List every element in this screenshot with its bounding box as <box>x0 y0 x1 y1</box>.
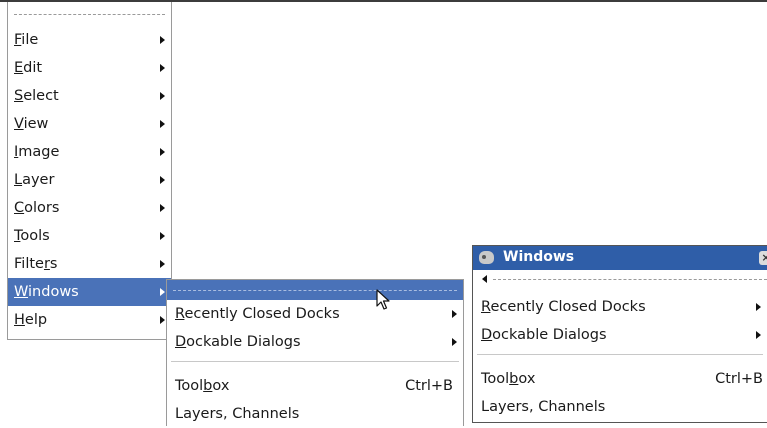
gimp-app-icon <box>479 251 494 264</box>
menu-item-label: Edit <box>14 60 43 76</box>
mouse-pointer-icon <box>376 289 390 310</box>
menu-item-label: Recently Closed Docks <box>175 306 340 322</box>
submenu-arrow-icon <box>160 148 165 156</box>
tearoff-line[interactable] <box>8 2 171 17</box>
menu-item-label: Tools <box>14 228 50 244</box>
menu-item-label: Colors <box>14 200 60 216</box>
submenu-arrow-icon <box>160 120 165 128</box>
menu-item-toolbox[interactable]: Toolbox Ctrl+B <box>167 372 463 400</box>
menu-item-label: Recently Closed Docks <box>481 299 646 315</box>
submenu-arrow-icon <box>756 303 761 311</box>
submenu-arrow-icon <box>160 288 165 296</box>
menu-item-layers-channels[interactable]: Layers, Channels <box>167 400 463 428</box>
torn-off-windows-menu: Windows × Recently Closed Docks Dockable… <box>472 245 767 423</box>
shortcut-label: Ctrl+B <box>715 371 763 387</box>
window-titlebar[interactable]: Windows × <box>473 246 767 270</box>
menu-item-dockable-dialogs[interactable]: Dockable Dialogs <box>473 321 767 349</box>
shortcut-label: Ctrl+B <box>405 378 453 394</box>
submenu-arrow-icon <box>160 316 165 324</box>
submenu-arrow-icon <box>160 232 165 240</box>
submenu-arrow-icon <box>160 36 165 44</box>
submenu-arrow-icon <box>160 204 165 212</box>
menu-item-label: Layers, Channels <box>481 399 606 415</box>
submenu-tearoff-highlight[interactable] <box>167 280 463 300</box>
submenu-arrow-icon <box>452 338 457 346</box>
main-menu: File Edit Select View Image Layer Colors… <box>7 2 172 340</box>
menu-item-dockable-dialogs[interactable]: Dockable Dialogs <box>167 328 463 356</box>
menu-item-select[interactable]: Select <box>8 82 171 110</box>
menu-item-layer[interactable]: Layer <box>8 166 171 194</box>
menu-item-filters[interactable]: Filters <box>8 250 171 278</box>
windows-submenu: Recently Closed Docks Dockable Dialogs T… <box>166 279 464 426</box>
menu-item-help[interactable]: Help <box>8 306 171 334</box>
submenu-arrow-icon <box>756 331 761 339</box>
chevron-left-icon <box>482 275 487 283</box>
menu-item-tools[interactable]: Tools <box>8 222 171 250</box>
submenu-arrow-icon <box>160 260 165 268</box>
menu-item-view[interactable]: View <box>8 110 171 138</box>
submenu-arrow-icon <box>160 176 165 184</box>
menu-separator <box>477 354 763 355</box>
menu-item-label: Toolbox <box>481 371 536 387</box>
menu-item-label: File <box>14 32 39 48</box>
menu-item-label: Layers, Channels <box>175 406 300 422</box>
menu-item-label: Windows <box>14 284 79 300</box>
menu-item-label: Filters <box>14 256 58 272</box>
menu-item-label: Toolbox <box>175 378 230 394</box>
tearoff-line[interactable] <box>473 270 767 288</box>
submenu-arrow-icon <box>452 310 457 318</box>
menu-item-recently-closed-docks[interactable]: Recently Closed Docks <box>473 293 767 321</box>
menu-item-toolbox[interactable]: Toolbox Ctrl+B <box>473 365 767 393</box>
menu-item-label: Layer <box>14 172 55 188</box>
close-icon[interactable]: × <box>759 251 767 265</box>
menu-separator <box>171 361 459 362</box>
menu-item-windows[interactable]: Windows <box>8 278 171 306</box>
submenu-arrow-icon <box>160 64 165 72</box>
submenu-arrow-icon <box>160 92 165 100</box>
window-title: Windows <box>503 249 575 265</box>
menu-item-file[interactable]: File <box>8 26 171 54</box>
menu-item-label: Image <box>14 144 60 160</box>
menu-item-label: Help <box>14 312 48 328</box>
menu-item-label: View <box>14 116 49 132</box>
menu-item-label: Dockable Dialogs <box>175 334 301 350</box>
menu-item-label: Dockable Dialogs <box>481 327 607 343</box>
menu-item-label: Select <box>14 88 59 104</box>
menu-item-layers-channels[interactable]: Layers, Channels <box>473 393 767 421</box>
menu-item-recently-closed-docks[interactable]: Recently Closed Docks <box>167 300 463 328</box>
menu-item-edit[interactable]: Edit <box>8 54 171 82</box>
menu-item-image[interactable]: Image <box>8 138 171 166</box>
menu-item-colors[interactable]: Colors <box>8 194 171 222</box>
